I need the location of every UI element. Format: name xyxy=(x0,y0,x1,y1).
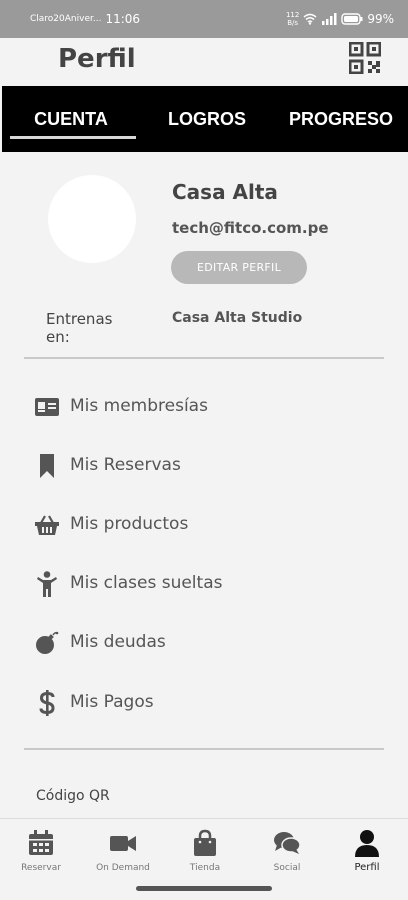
menu-item-reservas[interactable]: Mis Reservas xyxy=(0,441,408,491)
battery-icon xyxy=(341,13,363,25)
tab-logros[interactable]: LOGROS xyxy=(140,86,274,152)
menu-item-label: Mis clases sueltas xyxy=(70,573,223,593)
carrier-name: Claro20Aniver... xyxy=(30,14,102,24)
trains-at-value: Casa Alta Studio xyxy=(172,310,303,326)
menu-item-label: Mis Pagos xyxy=(70,692,154,712)
divider xyxy=(24,748,384,750)
calendar-icon xyxy=(29,830,53,855)
dollar-icon xyxy=(34,690,60,716)
trains-at-label: Entrenas en: xyxy=(46,310,113,346)
avatar[interactable] xyxy=(48,175,136,263)
qr-code-icon[interactable] xyxy=(349,42,381,74)
wifi-icon xyxy=(303,13,317,25)
nav-label: Social xyxy=(273,863,301,873)
menu-item-productos[interactable]: Mis productos xyxy=(0,500,408,550)
basket-icon xyxy=(34,512,60,538)
menu-item-pagos[interactable]: Mis Pagos xyxy=(0,678,408,728)
network-speed: 112 B/s xyxy=(285,11,300,27)
menu-item-clases-sueltas[interactable]: Mis clases sueltas xyxy=(0,559,408,609)
nav-item-tienda[interactable]: Tienda xyxy=(164,819,246,879)
nav-label: On Demand xyxy=(96,863,150,873)
header: Perfil xyxy=(0,38,408,86)
nav-item-perfil[interactable]: Perfil xyxy=(326,819,408,879)
page-title: Perfil xyxy=(58,44,136,74)
person-icon xyxy=(34,571,60,597)
nav-item-on-demand[interactable]: On Demand xyxy=(82,819,164,879)
chat-bubbles-icon xyxy=(274,832,301,854)
active-tab-indicator xyxy=(10,136,136,139)
clock: 11:06 xyxy=(105,12,141,26)
bomb-icon xyxy=(34,630,60,656)
nav-label: Tienda xyxy=(189,863,221,873)
menu-item-deudas[interactable]: Mis deudas xyxy=(0,618,408,668)
user-icon xyxy=(355,830,379,857)
status-bar: Claro20Aniver... 11:06 112 B/s 99% xyxy=(0,0,408,38)
nav-label: Perfil xyxy=(354,862,380,873)
qr-code-section-label: Código QR xyxy=(36,788,110,804)
id-card-icon xyxy=(34,394,60,420)
profile-email: tech@fitco.com.pe xyxy=(172,219,329,237)
menu-item-label: Mis Reservas xyxy=(70,455,181,475)
nav-label: Reservar xyxy=(21,863,61,873)
bottom-navigation: Reservar On Demand Tienda Social Perfil xyxy=(0,818,408,878)
video-camera-icon xyxy=(110,836,136,851)
nav-item-social[interactable]: Social xyxy=(246,819,328,879)
signal-icon xyxy=(322,13,337,25)
menu-item-label: Mis membresías xyxy=(70,396,208,416)
edit-profile-button[interactable]: EDITAR PERFIL xyxy=(171,251,307,284)
tab-cuenta[interactable]: CUENTA xyxy=(2,86,140,152)
tab-progreso[interactable]: PROGRESO xyxy=(274,86,408,152)
status-icons: 112 B/s 99% xyxy=(286,11,394,27)
menu-item-label: Mis productos xyxy=(70,514,189,534)
profile-name: Casa Alta xyxy=(172,180,278,204)
tab-bar: CUENTA LOGROS PROGRESO xyxy=(2,86,408,152)
menu-item-label: Mis deudas xyxy=(70,632,166,652)
bookmark-icon xyxy=(34,453,60,479)
home-indicator[interactable] xyxy=(136,886,272,891)
battery-percentage: 99% xyxy=(367,12,394,26)
divider xyxy=(24,357,384,359)
nav-item-reservar[interactable]: Reservar xyxy=(0,819,82,879)
shopping-bag-icon xyxy=(194,829,216,856)
menu-item-membresias[interactable]: Mis membresías xyxy=(0,382,408,432)
